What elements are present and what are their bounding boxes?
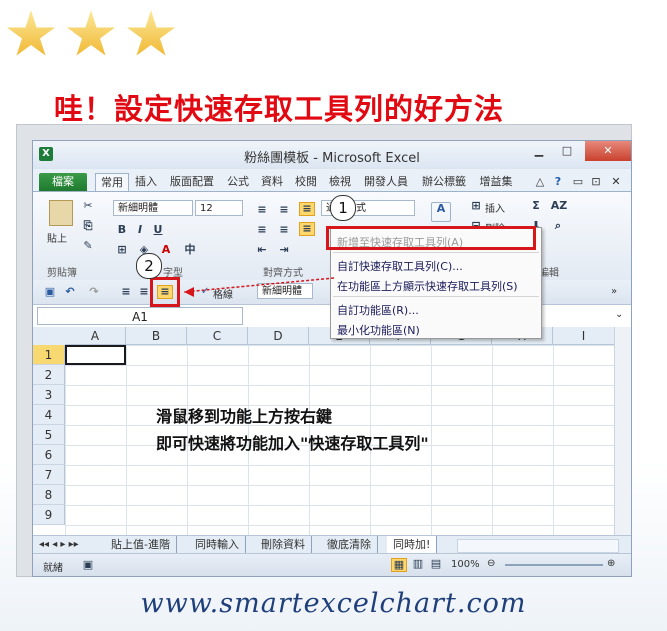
instruction-line-1: 滑鼠移到功能上方按右鍵 [156,407,333,426]
instruction-line-2: 即可快速將功能加入"快速存取工具列" [156,434,429,453]
step-badge-1: 1 [330,195,356,221]
step-badge-2: 2 [136,253,162,279]
annotation-arrow [183,277,335,297]
website-url: www.smartexcelchart.com [140,588,527,619]
